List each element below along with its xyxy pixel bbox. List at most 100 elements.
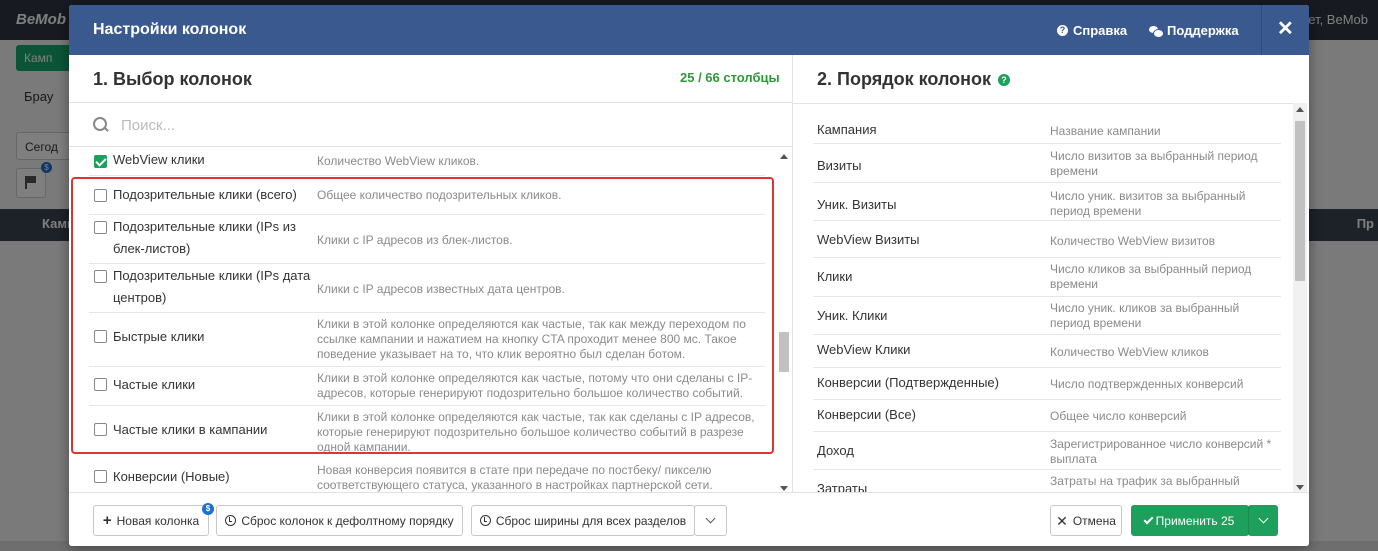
order-column-name: Кампания: [817, 122, 877, 137]
scroll-thumb[interactable]: [779, 332, 789, 372]
order-column-name: Конверсии (Все): [817, 407, 916, 422]
support-link[interactable]: Поддержка: [1149, 23, 1239, 38]
column-order-title-text: 2. Порядок колонок: [817, 69, 992, 89]
column-selection-title: 1. Выбор колонок: [93, 69, 252, 89]
column-order-list: Кампания Название кампании Визиты Число …: [793, 103, 1293, 492]
order-column-name: Уник. Клики: [817, 308, 888, 323]
plus-icon: +: [102, 511, 112, 529]
search-input[interactable]: [121, 112, 771, 138]
order-column-name: Затраты: [817, 481, 868, 492]
cancel-button[interactable]: ✕ Отмена: [1050, 505, 1122, 536]
column-list: WebView клики Количество WebView кликов.…: [69, 147, 781, 492]
close-button[interactable]: ✕: [1261, 5, 1309, 55]
order-row[interactable]: WebView Клики Количество WebView кликов: [813, 335, 1281, 368]
order-row[interactable]: Визиты Число визитов за выбранный период…: [813, 144, 1281, 183]
reset-order-label: Сброс колонок к дефолтному порядку: [241, 513, 454, 528]
checkbox[interactable]: [94, 221, 107, 234]
scroll-up-arrow-icon[interactable]: [1296, 107, 1304, 112]
reset-width-dropdown[interactable]: [694, 505, 727, 536]
list-item[interactable]: WebView клики Количество WebView кликов.: [89, 147, 765, 176]
apply-button[interactable]: Применить 25: [1131, 505, 1249, 536]
order-column-description: Количество WebView визитов: [1050, 234, 1216, 248]
column-name: WebView клики: [113, 152, 205, 167]
column-name: Подозрительные клики (IPs из блек-листов…: [113, 219, 296, 256]
search-bar: [69, 102, 792, 147]
order-row[interactable]: Уник. Клики Число уник. кликов за выбран…: [813, 297, 1281, 335]
order-column-description: Зарегистрированное число конверсий * вып…: [1050, 437, 1272, 466]
order-column-description: Число уник. визитов за выбранный период …: [1050, 189, 1246, 218]
column-description: Клики в этой колонке определяются как ча…: [317, 317, 746, 361]
premium-badge: $: [202, 503, 214, 515]
support-label: Поддержка: [1167, 23, 1239, 38]
checkbox[interactable]: [94, 470, 107, 483]
column-description: Клики с IP адресов известных дата центро…: [317, 282, 565, 296]
checkbox[interactable]: [94, 330, 107, 343]
column-name: Подозрительные клики (IPs дата центров): [113, 268, 311, 305]
reset-width-label: Сброс ширины для всех разделов: [495, 513, 687, 528]
reset-order-button[interactable]: Сброс колонок к дефолтному порядку: [216, 505, 463, 536]
list-item[interactable]: Подозрительные клики (IPs из блек-листов…: [89, 215, 765, 264]
scroll-down-arrow-icon[interactable]: [1296, 485, 1304, 490]
order-column-description: Число визитов за выбранный период времен…: [1050, 149, 1258, 178]
apply-label: Применить 25: [1155, 513, 1235, 528]
scroll-thumb[interactable]: [1295, 121, 1305, 281]
chevron-down-icon: [1258, 513, 1268, 524]
search-icon: [93, 117, 107, 131]
column-description: Новая конверсия появится в стате при пер…: [317, 463, 713, 492]
column-name: Быстрые клики: [113, 329, 205, 344]
list-item[interactable]: Подозрительные клики (IPs дата центров) …: [89, 264, 765, 313]
list-item[interactable]: Частые клики Клики в этой колонке опреде…: [89, 367, 765, 406]
checkbox[interactable]: [94, 378, 107, 391]
help-icon[interactable]: ?: [998, 73, 1011, 86]
column-description: Общее количество подозрительных кликов.: [317, 188, 562, 202]
column-order-scrollbar[interactable]: [1293, 103, 1307, 492]
checkbox[interactable]: [94, 423, 107, 436]
scroll-up-arrow-icon[interactable]: [780, 154, 788, 159]
column-count: 25 / 66 столбцы: [680, 70, 780, 85]
order-row[interactable]: Доход Зарегистрированное число конверсий…: [813, 432, 1281, 470]
new-column-button[interactable]: + Новая колонка: [93, 505, 209, 536]
order-column-name: Уник. Визиты: [817, 197, 897, 212]
column-description: Количество WebView кликов.: [317, 154, 480, 168]
checkbox[interactable]: [94, 189, 107, 202]
check-icon: [1143, 514, 1154, 524]
list-item[interactable]: Быстрые клики Клики в этой колонке опред…: [89, 313, 765, 367]
column-name: Частые клики в кампании: [113, 422, 268, 437]
order-row[interactable]: Конверсии (Все) Общее число конверсий: [813, 400, 1281, 432]
checkbox[interactable]: [94, 270, 107, 283]
order-column-description: Общее число конверсий: [1050, 409, 1187, 423]
reset-width-button[interactable]: Сброс ширины для всех разделов: [471, 505, 695, 536]
order-column-name: Визиты: [817, 158, 862, 173]
modal-header: Настройки колонок ? Справка Поддержка ✕: [69, 5, 1309, 55]
order-column-description: Число кликов за выбранный период времени: [1050, 262, 1252, 291]
order-row[interactable]: Клики Число кликов за выбранный период в…: [813, 258, 1281, 297]
order-row[interactable]: WebView Визиты Количество WebView визито…: [813, 221, 1281, 258]
checkbox-checked[interactable]: [94, 155, 107, 168]
column-name: Частые клики: [113, 377, 196, 392]
column-list-scrollbar[interactable]: [777, 150, 791, 493]
scroll-down-arrow-icon[interactable]: [780, 486, 788, 491]
column-description: Клики с IP адресов из блек-листов.: [317, 233, 513, 247]
order-row[interactable]: Затраты Затраты на трафик за выбранный п…: [813, 470, 1281, 492]
chat-icon: [1149, 25, 1164, 38]
order-row[interactable]: Уник. Визиты Число уник. визитов за выбр…: [813, 183, 1281, 221]
history-icon: [479, 515, 491, 526]
history-icon: [225, 515, 237, 526]
order-row[interactable]: Кампания Название кампании: [813, 104, 1281, 144]
column-settings-modal: Настройки колонок ? Справка Поддержка ✕ …: [69, 5, 1309, 546]
help-icon: ?: [1057, 25, 1068, 36]
order-column-name: WebView Клики: [817, 342, 911, 357]
list-item[interactable]: Конверсии (Новые) Новая конверсия появит…: [89, 459, 765, 492]
apply-dropdown[interactable]: [1248, 505, 1278, 536]
list-item[interactable]: Подозрительные клики (всего) Общее колич…: [89, 186, 765, 215]
order-column-description: Название кампании: [1050, 124, 1161, 138]
column-order-title: 2. Порядок колонок ?: [817, 69, 1011, 90]
column-description: Клики в этой колонке определяются как ча…: [317, 371, 753, 400]
cancel-label: Отмена: [1072, 513, 1116, 528]
close-icon: ✕: [1277, 18, 1294, 40]
list-item[interactable]: Частые клики в кампании Клики в этой кол…: [89, 406, 765, 458]
help-link[interactable]: ? Справка: [1057, 23, 1127, 38]
modal-footer: + Новая колонка $ Сброс колонок к дефолт…: [69, 492, 1309, 546]
order-column-description: Количество WebView кликов: [1050, 345, 1209, 359]
order-row[interactable]: Конверсии (Подтвержденные) Число подтвер…: [813, 368, 1281, 400]
